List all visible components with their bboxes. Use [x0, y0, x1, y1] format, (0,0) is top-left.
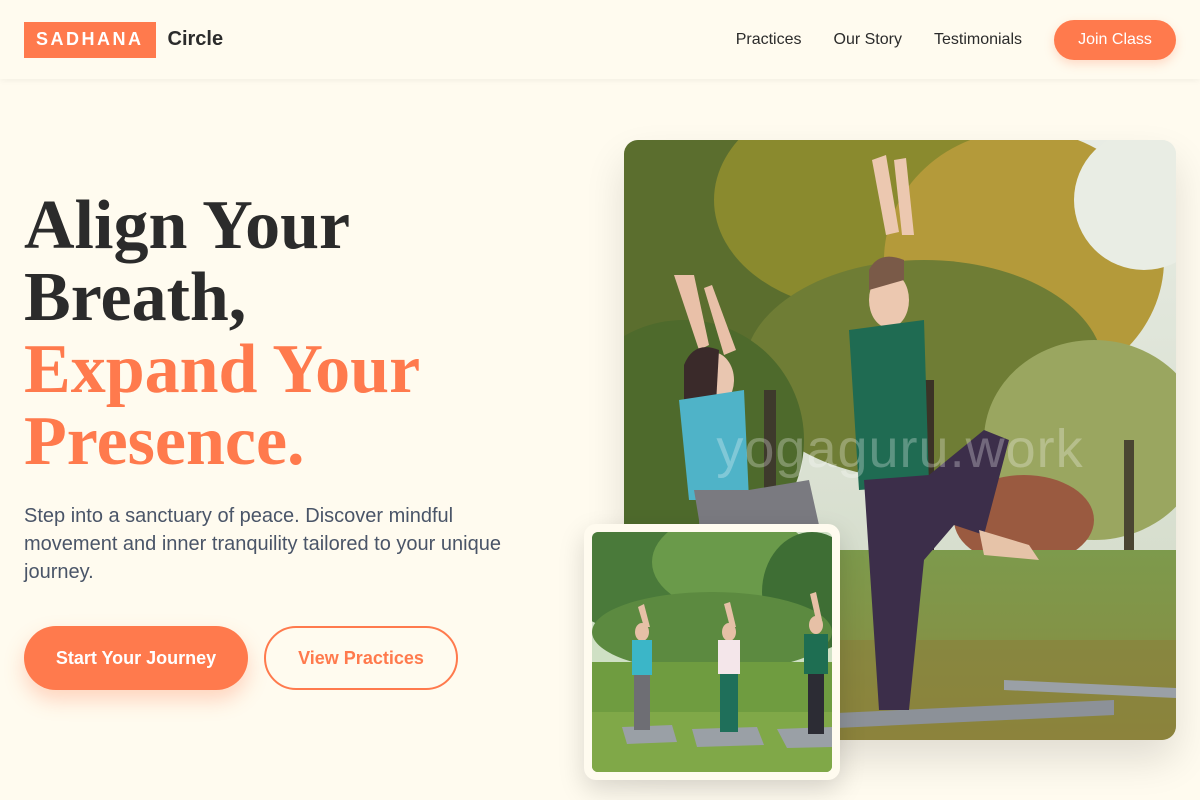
- headline-line-3: Expand Your: [24, 331, 421, 408]
- nav-link-our-story[interactable]: Our Story: [834, 31, 902, 49]
- hero-headline: Align Your Breath, Expand Your Presence.: [24, 190, 564, 478]
- brand-box: SADHANA: [24, 21, 156, 58]
- start-journey-button[interactable]: Start Your Journey: [24, 626, 248, 690]
- view-practices-button[interactable]: View Practices: [264, 626, 458, 690]
- top-navbar: SADHANA Circle Practices Our Story Testi…: [0, 0, 1200, 79]
- hero-description: Step into a sanctuary of peace. Discover…: [24, 505, 501, 583]
- tree-pose-illustration: [592, 532, 832, 772]
- nav-links: Practices Our Story Testimonials Join Cl…: [736, 19, 1176, 60]
- headline-line-4: Presence.: [24, 403, 305, 480]
- thumbnail-photo-tree-pose: [592, 532, 832, 772]
- nav-link-practices[interactable]: Practices: [736, 31, 802, 49]
- brand-text: Circle: [167, 28, 224, 50]
- headline-line-1: Align Your: [24, 187, 351, 264]
- join-class-button[interactable]: Join Class: [1054, 19, 1176, 60]
- brand-logo[interactable]: SADHANA Circle: [24, 21, 224, 58]
- nav-link-testimonials[interactable]: Testimonials: [934, 31, 1022, 49]
- headline-line-2: Breath,: [24, 259, 247, 336]
- thumbnail-card: [584, 524, 840, 780]
